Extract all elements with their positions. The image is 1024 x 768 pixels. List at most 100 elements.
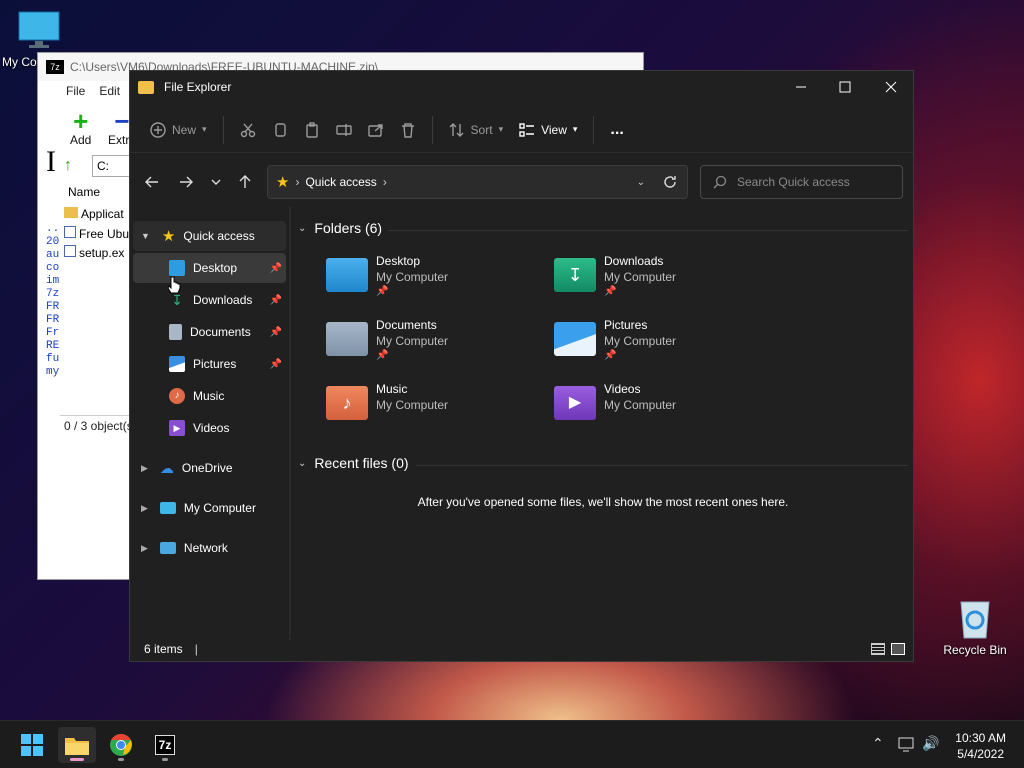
taskbar-chrome[interactable] — [102, 727, 140, 763]
status-bar: 6 items | — [130, 635, 913, 661]
scissors-icon — [240, 123, 255, 137]
network-monitor-icon[interactable] — [898, 736, 916, 752]
taskbar-file-explorer[interactable] — [58, 727, 96, 763]
navigation-pane: ▼ ★ Quick access Desktop 📌 ↧ Downloads 📌… — [130, 216, 290, 641]
refresh-icon[interactable] — [663, 175, 677, 189]
breadcrumb-quick-access[interactable]: Quick access — [305, 175, 376, 189]
system-clock[interactable]: 10:30 AM 5/4/2022 — [955, 730, 1006, 762]
zip-up-button[interactable]: ↑ — [64, 157, 84, 177]
share-icon — [367, 123, 383, 137]
close-button[interactable] — [868, 71, 914, 103]
breadcrumb-separator: › — [295, 175, 300, 189]
address-bar[interactable]: ★ › Quick access › ⌄ — [267, 165, 688, 199]
sidebar-item-onedrive[interactable]: ▶ ☁ OneDrive — [133, 453, 286, 483]
separator — [222, 115, 224, 144]
seven-zip-icon: 7z — [154, 735, 176, 755]
folders-section-header[interactable]: ⌄ Folders (6) — [298, 220, 382, 236]
forward-button[interactable] — [172, 169, 200, 195]
sort-button[interactable]: Sort ▾ — [441, 115, 512, 145]
item-count: 6 items — [144, 641, 183, 656]
folder-tile-documents[interactable]: Documents My Computer 📌 — [326, 318, 554, 372]
sidebar-item-documents[interactable]: Documents 📌 — [133, 317, 286, 347]
file-icon — [64, 226, 76, 238]
file-explorer-window[interactable]: File Explorer New ▾ Sort ▾ View ▾ ... ★ … — [129, 70, 914, 662]
folder-tile-desktop[interactable]: Desktop My Computer 📌 — [326, 254, 554, 308]
explorer-titlebar[interactable]: File Explorer — [130, 71, 913, 103]
taskbar-seven-zip[interactable]: 7z — [146, 727, 184, 763]
minimize-icon — [796, 86, 806, 88]
up-button[interactable] — [231, 169, 259, 195]
desktop-folder-icon — [326, 258, 368, 292]
videos-folder-icon: ▶ — [554, 386, 596, 420]
command-bar: New ▾ Sort ▾ View ▾ ... — [130, 107, 913, 153]
maximize-button[interactable] — [822, 71, 868, 103]
more-options-button[interactable]: ... — [602, 115, 631, 145]
recent-section-header[interactable]: ⌄ Recent files (0) — [298, 455, 409, 471]
chevron-down-icon: ▼ — [141, 231, 150, 241]
arrow-right-icon — [180, 176, 193, 188]
chevron-down-icon: ▾ — [202, 124, 207, 134]
search-box[interactable]: Search Quick access — [700, 165, 903, 199]
seven-zip-app-icon: 7z — [46, 60, 64, 74]
cloud-icon: ☁ — [159, 459, 174, 476]
running-indicator — [162, 758, 168, 761]
minimize-button[interactable] — [778, 71, 824, 103]
desktop-folder-icon — [169, 260, 185, 276]
zip-menu-edit[interactable]: Edit — [99, 84, 120, 98]
zip-left-glyph: I — [46, 145, 56, 178]
folder-tile-downloads[interactable]: ↧ Downloads My Computer 📌 — [554, 254, 782, 308]
picture-icon — [169, 356, 185, 372]
sidebar-item-downloads[interactable]: ↧ Downloads 📌 — [133, 285, 286, 315]
paste-button[interactable] — [296, 115, 328, 145]
rename-button[interactable] — [328, 115, 360, 145]
volume-icon[interactable]: 🔊 — [922, 735, 939, 752]
address-dropdown-icon[interactable]: ⌄ — [637, 177, 645, 188]
chevron-down-icon: ⌄ — [298, 457, 307, 469]
pane-splitter[interactable] — [289, 207, 291, 640]
zip-name-header[interactable]: Name — [68, 185, 100, 199]
sidebar-item-music[interactable]: ♪ Music — [133, 381, 286, 411]
sidebar-item-network[interactable]: ▶ Network — [133, 533, 286, 563]
arrow-up-icon — [239, 175, 251, 188]
delete-button[interactable] — [392, 115, 424, 145]
details-view-icon[interactable] — [871, 642, 885, 655]
zip-add-button[interactable]: + Add — [70, 106, 91, 147]
sidebar-item-my-computer[interactable]: ▶ My Computer — [133, 493, 286, 523]
taskbar: 7z ⌃ 🔊 10:30 AM 5/4/2022 — [0, 720, 1024, 768]
share-button[interactable] — [360, 115, 392, 145]
back-button[interactable] — [138, 169, 166, 195]
file-explorer-app-icon — [138, 80, 154, 94]
copy-icon — [274, 122, 286, 137]
folder-tile-videos[interactable]: ▶ Videos My Computer — [554, 382, 782, 436]
desktop-icon-recycle-bin[interactable]: Recycle Bin — [940, 596, 1010, 657]
add-plus-icon: + — [73, 106, 89, 136]
recent-locations-button[interactable] — [202, 169, 230, 195]
section-divider — [416, 465, 908, 466]
recycle-bin-icon — [960, 601, 990, 639]
video-icon: ▶ — [169, 420, 185, 436]
chevron-right-icon: ▶ — [141, 462, 148, 473]
new-button[interactable]: New ▾ — [142, 115, 215, 145]
separator — [593, 115, 595, 144]
document-icon — [169, 324, 182, 340]
view-button[interactable]: View ▾ — [511, 115, 585, 145]
documents-folder-icon — [326, 322, 368, 356]
copy-button[interactable] — [264, 115, 296, 145]
zip-path-box[interactable]: C: — [92, 155, 132, 177]
sidebar-item-pictures[interactable]: Pictures 📌 — [133, 349, 286, 379]
start-button[interactable] — [13, 727, 51, 763]
sidebar-item-quick-access[interactable]: ▼ ★ Quick access — [133, 221, 286, 251]
folder-tile-pictures[interactable]: Pictures My Computer 📌 — [554, 318, 782, 372]
section-divider — [388, 230, 908, 231]
show-hidden-icons-chevron-icon[interactable]: ⌃ — [872, 735, 884, 752]
zip-menu-file[interactable]: File — [66, 84, 85, 98]
search-placeholder: Search Quick access — [737, 175, 850, 189]
cut-button[interactable] — [232, 115, 264, 145]
sidebar-item-videos[interactable]: ▶ Videos — [133, 413, 286, 443]
clock-date: 5/4/2022 — [957, 747, 1004, 761]
monitor-icon — [18, 11, 60, 48]
tiles-view-icon[interactable] — [891, 642, 905, 655]
folder-tile-music[interactable]: ♪ Music My Computer — [326, 382, 554, 436]
sidebar-item-desktop[interactable]: Desktop 📌 — [133, 253, 286, 283]
pin-icon: 📌 — [269, 294, 282, 306]
